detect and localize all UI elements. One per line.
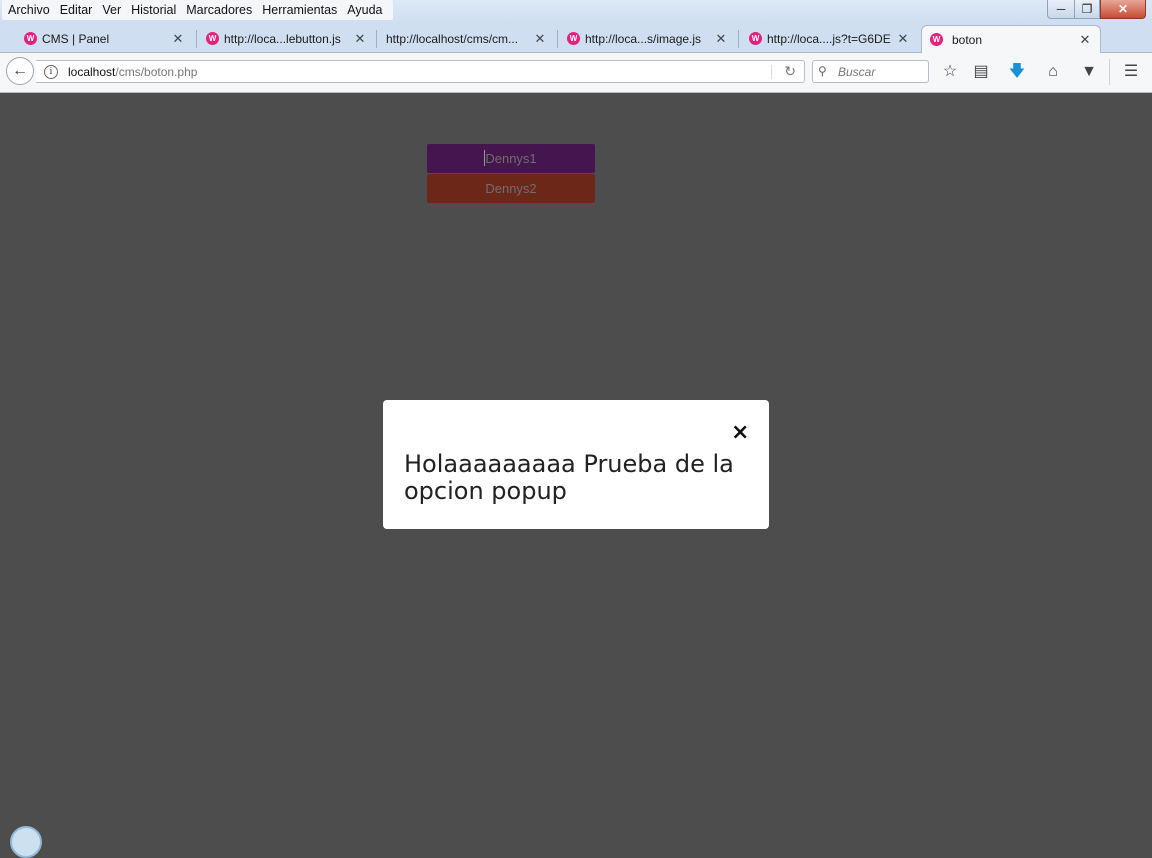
minimize-button[interactable]: ─	[1047, 0, 1075, 19]
tab-divider	[738, 30, 739, 48]
download-icon[interactable]: 🡇	[1006, 61, 1028, 83]
toolbar-divider	[1109, 59, 1110, 85]
menu-marcadores[interactable]: Marcadores	[182, 0, 258, 20]
tab-js-g6de[interactable]: W http://loca....js?t=G6DE ✕	[743, 25, 918, 52]
reading-list-icon[interactable]: ▤	[970, 61, 992, 83]
taskbar-start-icon[interactable]	[10, 826, 42, 858]
menu-editar[interactable]: Editar	[56, 0, 99, 20]
tab-localhost-cms[interactable]: http://localhost/cms/cm... ✕	[378, 25, 555, 52]
popup-close-icon[interactable]: ×	[731, 422, 749, 444]
info-icon[interactable]: i	[44, 65, 58, 79]
tab-lebutton-js[interactable]: W http://loca...lebutton.js ✕	[200, 25, 375, 52]
tab-favicon-icon: W	[930, 33, 943, 46]
tab-image-js[interactable]: W http://loca...s/image.js ✕	[561, 25, 736, 52]
menu-archivo[interactable]: Archivo	[4, 0, 56, 20]
tab-close-icon[interactable]: ✕	[714, 31, 728, 47]
tab-favicon-icon: W	[206, 32, 219, 45]
pocket-icon[interactable]: ▼	[1078, 61, 1100, 83]
popup-dialog: × Holaaaaaaaaa Prueba de la opcion popup	[383, 400, 769, 529]
menu-ayuda[interactable]: Ayuda	[343, 0, 388, 20]
bookmark-star-icon[interactable]: ☆	[939, 61, 961, 83]
dennys1-button[interactable]: Dennys1	[427, 144, 595, 173]
url-text: localhost/cms/boton.php	[68, 65, 197, 79]
menu-herramientas[interactable]: Herramientas	[258, 0, 343, 20]
url-host: localhost	[68, 65, 116, 79]
close-icon: ✕	[1117, 2, 1129, 16]
navigation-bar: ← i localhost/cms/boton.php ↻ ⚲ Buscar ☆…	[0, 53, 1152, 93]
tab-close-icon[interactable]: ✕	[1078, 32, 1092, 48]
tab-label: http://loca...lebutton.js	[224, 31, 341, 46]
tab-close-icon[interactable]: ✕	[353, 31, 367, 47]
tab-favicon-icon: W	[24, 32, 37, 45]
tab-close-icon[interactable]: ✕	[896, 31, 910, 47]
search-icon: ⚲	[818, 64, 827, 78]
tab-label: CMS | Panel	[42, 31, 110, 46]
restore-icon: ❐	[1081, 2, 1093, 16]
popup-message: Holaaaaaaaaa Prueba de la opcion popup	[404, 450, 734, 505]
tab-divider	[376, 30, 377, 48]
tab-cms-panel[interactable]: W CMS | Panel ✕	[18, 25, 193, 52]
url-path: /cms/boton.php	[115, 65, 198, 79]
tab-close-icon[interactable]: ✕	[533, 31, 547, 47]
tab-label: http://loca....js?t=G6DE	[767, 31, 891, 46]
arrow-left-icon: ←	[12, 62, 28, 79]
tab-strip: W CMS | Panel ✕ W http://loca...lebutton…	[0, 22, 1152, 68]
address-bar[interactable]: i localhost/cms/boton.php ↻	[36, 60, 805, 83]
title-bar: Archivo Editar Ver Historial Marcadores …	[0, 0, 1152, 22]
tab-label: boton	[952, 32, 983, 47]
restore-button[interactable]: ❐	[1075, 0, 1100, 19]
reload-icon[interactable]: ↻	[784, 63, 796, 80]
search-placeholder: Buscar	[838, 65, 876, 79]
window-controls: ─ ❐ ✕	[1047, 0, 1146, 19]
hamburger-menu-icon[interactable]: ☰	[1120, 61, 1142, 83]
back-button[interactable]: ←	[6, 57, 34, 85]
close-window-button[interactable]: ✕	[1100, 0, 1146, 19]
tab-favicon-icon: W	[749, 32, 762, 45]
home-icon[interactable]: ⌂	[1042, 61, 1064, 83]
tab-label: http://loca...s/image.js	[585, 31, 702, 46]
menu-bar: Archivo Editar Ver Historial Marcadores …	[2, 0, 393, 20]
dennys2-button[interactable]: Dennys2	[427, 174, 595, 203]
menu-ver[interactable]: Ver	[98, 0, 127, 20]
minimize-icon: ─	[1056, 2, 1066, 16]
tab-boton[interactable]: W boton ✕	[921, 25, 1101, 53]
menu-historial[interactable]: Historial	[127, 0, 182, 20]
tab-favicon-icon: W	[567, 32, 580, 45]
text-caret	[484, 150, 485, 166]
search-input[interactable]: ⚲ Buscar	[812, 60, 929, 83]
tab-divider	[196, 30, 197, 48]
tab-label: http://localhost/cms/cm...	[386, 31, 519, 46]
tab-divider	[557, 30, 558, 48]
tab-close-icon[interactable]: ✕	[171, 31, 185, 47]
url-divider	[771, 65, 772, 79]
